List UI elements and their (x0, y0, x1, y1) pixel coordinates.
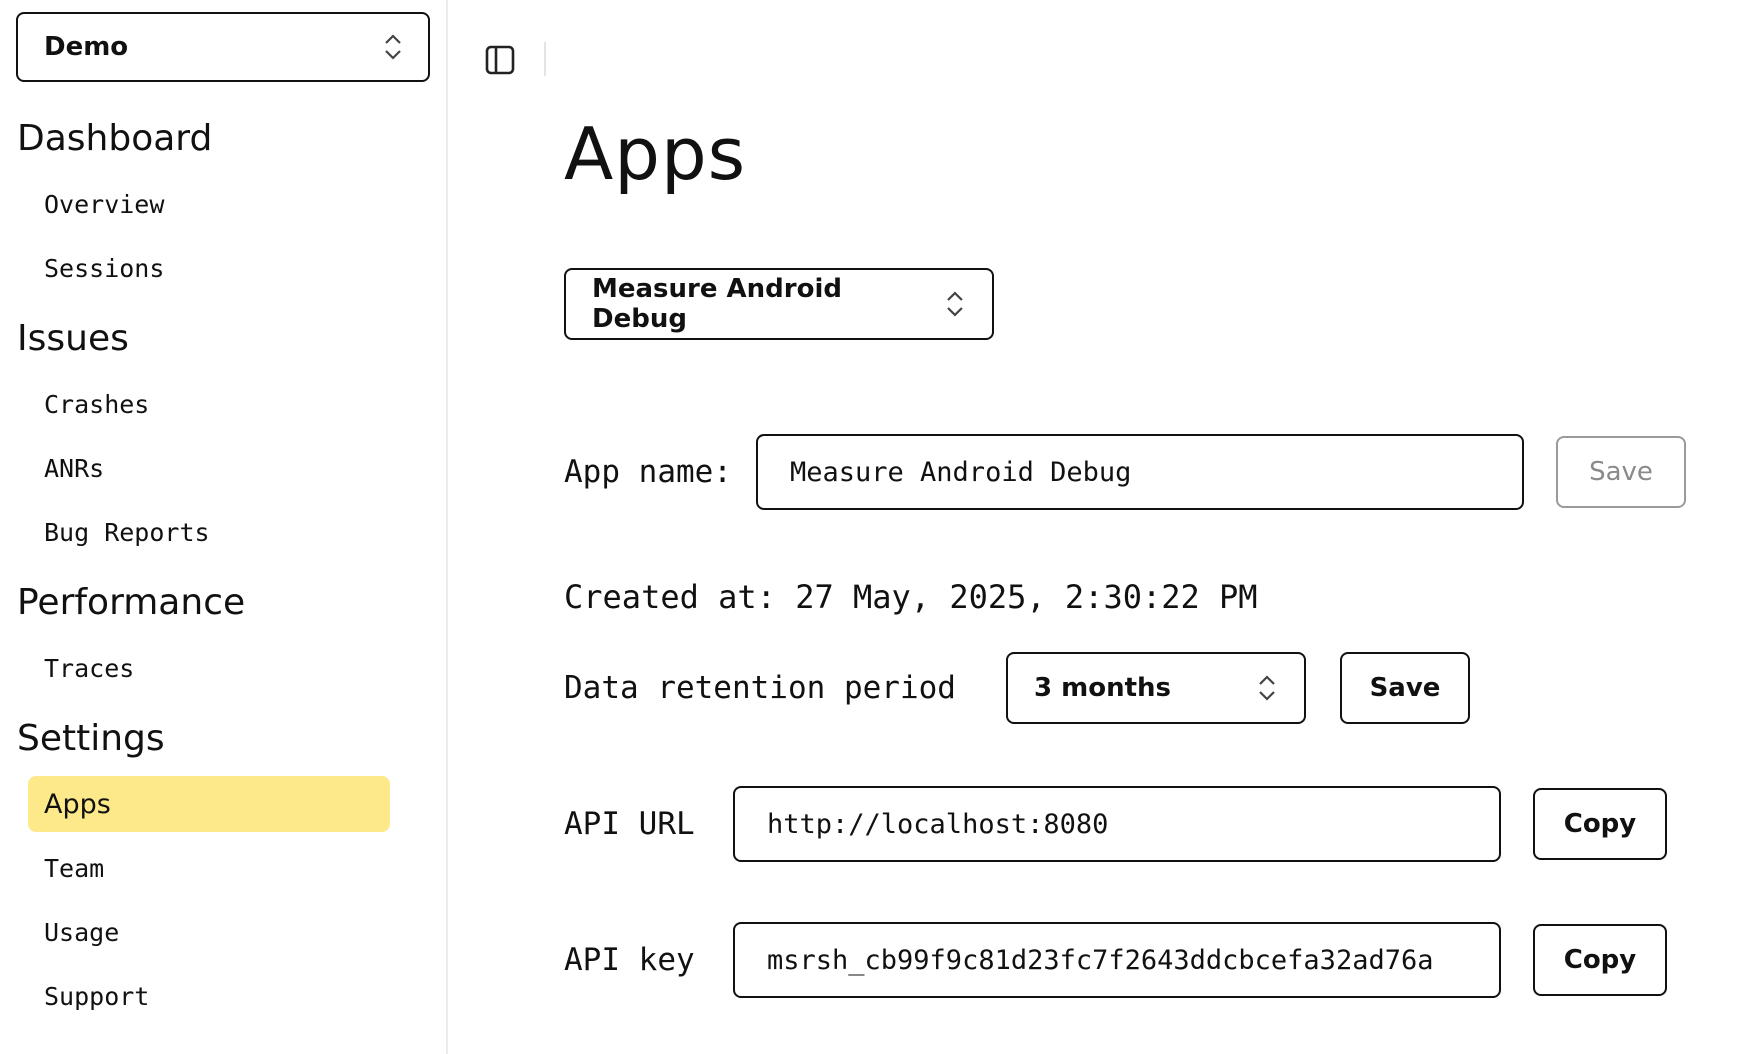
api-url-input[interactable]: http://localhost:8080 (733, 786, 1501, 862)
created-at-text: Created at: 27 May, 2025, 2:30:22 PM (564, 578, 1258, 616)
api-url-copy-button[interactable]: Copy (1533, 788, 1667, 860)
chevron-updown-icon (385, 34, 401, 60)
api-key-copy-button[interactable]: Copy (1533, 924, 1667, 996)
sidebar-item-bug-reports[interactable]: Bug Reports (28, 504, 390, 560)
api-key-label: API key (564, 942, 695, 978)
sidebar-item-sessions[interactable]: Sessions (28, 240, 390, 296)
sidebar-item-traces[interactable]: Traces (28, 640, 390, 696)
section-issues: Issues (17, 318, 129, 359)
section-dashboard: Dashboard (17, 118, 213, 159)
sidebar-toggle-icon[interactable] (484, 44, 516, 76)
api-url-label: API URL (564, 806, 695, 842)
sidebar-item-support[interactable]: Support (28, 968, 390, 1024)
sidebar-item-overview[interactable]: Overview (28, 176, 390, 232)
team-select[interactable]: Demo (16, 12, 430, 82)
app-select[interactable]: Measure Android Debug (564, 268, 994, 340)
toolbar-divider (544, 42, 546, 76)
app-select-value: Measure Android Debug (592, 274, 842, 334)
retention-select-value: 3 months (1034, 673, 1172, 703)
sidebar-item-crashes[interactable]: Crashes (28, 376, 390, 432)
sidebar-item-usage[interactable]: Usage (28, 904, 390, 960)
team-select-value: Demo (44, 32, 129, 62)
app-name-save-button[interactable]: Save (1556, 436, 1686, 508)
section-performance: Performance (17, 582, 246, 623)
api-key-input[interactable]: msrsh_cb99f9c81d23fc7f2643ddcbcefa32ad76… (733, 922, 1501, 998)
sidebar-item-team[interactable]: Team (28, 840, 390, 896)
sidebar-item-apps[interactable]: Apps (28, 776, 390, 832)
sidebar-item-anrs[interactable]: ANRs (28, 440, 390, 496)
section-settings: Settings (17, 718, 165, 759)
page-title: Apps (564, 112, 747, 196)
sidebar: Demo Dashboard Overview Sessions Issues … (0, 0, 448, 1054)
app-name-input[interactable]: Measure Android Debug (756, 434, 1524, 510)
retention-label: Data retention period (564, 670, 956, 706)
chevron-updown-icon (947, 291, 963, 317)
retention-save-button[interactable]: Save (1340, 652, 1470, 724)
retention-select[interactable]: 3 months (1006, 652, 1306, 724)
app-name-label: App name: (564, 454, 732, 490)
chevron-updown-icon (1259, 675, 1275, 701)
